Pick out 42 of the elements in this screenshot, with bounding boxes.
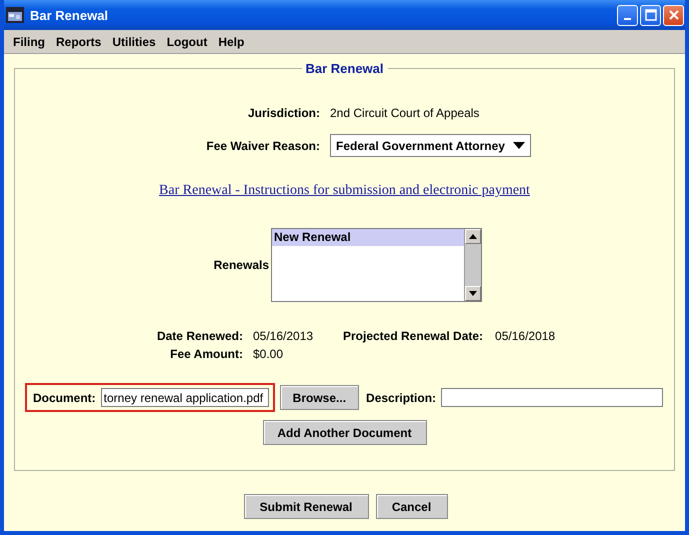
renewals-list[interactable]: New Renewal [271, 228, 482, 302]
document-field[interactable]: torney renewal application.pdf [100, 388, 269, 407]
menu-item[interactable]: Utilities [108, 34, 160, 48]
scrollbar[interactable] [464, 229, 481, 301]
dialog-button[interactable]: Submit Renewal [244, 494, 368, 519]
add-document-button[interactable]: Add Another Document [262, 420, 426, 445]
close-icon [668, 9, 680, 21]
field-value: 2nd Circuit Court of Appeals [330, 106, 480, 120]
instructions-link[interactable]: Bar Renewal - Instructions for submission and electronic payment [159, 183, 530, 199]
field-value: $0.00 [253, 347, 284, 361]
group-title: Bar Renewal [301, 61, 388, 76]
browse-button[interactable]: Browse... [280, 385, 360, 410]
minimize-icon [624, 18, 631, 20]
field-label: Document: [33, 390, 96, 404]
field-label: Fee Amount: [169, 347, 243, 361]
app-icon [6, 7, 24, 23]
scroll-down-button[interactable] [465, 286, 481, 301]
maximize-icon [644, 9, 656, 21]
close-button[interactable] [663, 4, 684, 26]
dialog-button[interactable]: Cancel [376, 494, 448, 519]
menu-item[interactable]: Reports [52, 34, 106, 48]
window-title: Bar Renewal [30, 8, 110, 22]
menu-item[interactable]: Filing [9, 34, 49, 48]
field-label: Jurisdiction: [246, 106, 320, 120]
field-value: 05/16/2018 [495, 329, 556, 343]
field-value: 05/16/2013 [253, 329, 314, 343]
dropdown[interactable]: Federal Government Attorney [330, 134, 531, 157]
description-field[interactable] [441, 388, 664, 407]
list-item[interactable]: New Renewal [272, 229, 464, 246]
field-label: Date Renewed: [156, 329, 243, 343]
minimize-button[interactable] [617, 4, 638, 26]
menu-item[interactable]: Help [214, 34, 248, 48]
dropdown-arrow-icon [512, 142, 525, 150]
field-label: Projected Renewal Date: [343, 329, 484, 343]
menu-item[interactable]: Logout [162, 34, 212, 48]
scroll-up-button[interactable] [465, 229, 481, 244]
field-label: Renewals [212, 258, 269, 272]
maximize-button[interactable] [640, 4, 661, 26]
down-arrow-icon [469, 291, 477, 296]
field-label: Fee Waiver Reason: [205, 138, 320, 152]
field-label: Description: [366, 390, 436, 404]
up-arrow-icon [469, 234, 477, 239]
